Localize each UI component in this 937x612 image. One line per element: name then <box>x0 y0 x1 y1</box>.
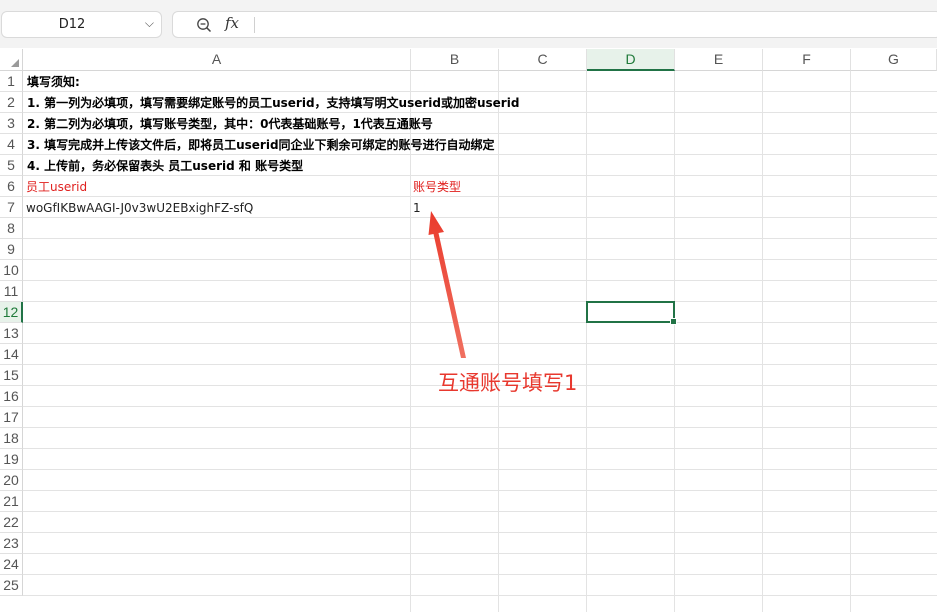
row-header-25[interactable]: 25 <box>0 575 23 596</box>
cell-a5[interactable]: 4. 上传前，务必保留表头 员工userid 和 账号类型 <box>27 156 303 176</box>
row-header-7[interactable]: 7 <box>0 197 23 218</box>
row-header-4[interactable]: 4 <box>0 134 23 155</box>
column-header-f[interactable]: F <box>763 49 851 71</box>
row-header-16[interactable]: 16 <box>0 386 23 407</box>
fill-handle[interactable] <box>670 318 677 325</box>
grid-line <box>23 595 937 596</box>
column-header-c[interactable]: C <box>499 49 587 71</box>
row-header-11[interactable]: 11 <box>0 281 23 302</box>
row-header-19[interactable]: 19 <box>0 449 23 470</box>
row-header-17[interactable]: 17 <box>0 407 23 428</box>
grid-line <box>674 71 675 612</box>
row-header-6[interactable]: 6 <box>0 176 23 197</box>
cell-a1[interactable]: 填写须知: <box>27 72 80 92</box>
grid-line <box>23 91 937 92</box>
grid-line <box>23 427 937 428</box>
select-all-corner[interactable] <box>0 49 23 71</box>
active-cell-selection[interactable] <box>586 301 677 325</box>
cell-b6[interactable]: 账号类型 <box>413 177 461 197</box>
row-header-13[interactable]: 13 <box>0 323 23 344</box>
cell-b7[interactable]: 1 <box>413 198 421 218</box>
cell-a6[interactable]: 员工userid <box>26 177 87 197</box>
grid-line <box>850 71 851 612</box>
grid-line <box>762 71 763 612</box>
zoom-icon[interactable] <box>196 17 212 33</box>
function-icon[interactable]: fx <box>225 14 239 32</box>
column-header-e[interactable]: E <box>675 49 763 71</box>
row-header-14[interactable]: 14 <box>0 344 23 365</box>
cell-a4[interactable]: 3. 填写完成并上传该文件后，即将员工userid同企业下剩余可绑定的账号进行自… <box>27 135 495 155</box>
row-header-1[interactable]: 1 <box>0 71 23 92</box>
column-header-a[interactable]: A <box>23 49 411 71</box>
divider <box>254 17 255 33</box>
row-header-15[interactable]: 15 <box>0 365 23 386</box>
row-header-24[interactable]: 24 <box>0 554 23 575</box>
grid-line <box>23 322 937 323</box>
cell-a2[interactable]: 1. 第一列为必填项，填写需要绑定账号的员工userid，支持填写明文useri… <box>27 93 519 113</box>
cell-a3[interactable]: 2. 第二列为必填项，填写账号类型，其中：0代表基础账号，1代表互通账号 <box>27 114 433 134</box>
annotation-label: 互通账号填写1 <box>438 371 578 395</box>
row-header-3[interactable]: 3 <box>0 113 23 134</box>
grid-line <box>23 280 937 281</box>
row-header-22[interactable]: 22 <box>0 512 23 533</box>
grid-line <box>498 71 499 612</box>
grid-line <box>586 71 587 612</box>
grid-line <box>23 364 937 365</box>
row-header-21[interactable]: 21 <box>0 491 23 512</box>
row-header-8[interactable]: 8 <box>0 218 23 239</box>
grid-line <box>23 301 937 302</box>
row-header-10[interactable]: 10 <box>0 260 23 281</box>
formula-bar: D12 ⌵ fx <box>0 0 937 48</box>
row-header-5[interactable]: 5 <box>0 155 23 176</box>
grid-line <box>23 448 937 449</box>
grid-line <box>23 490 937 491</box>
grid-line <box>23 553 937 554</box>
cell-a7[interactable]: woGfIKBwAAGI-J0v3wU2EBxighFZ-sfQ <box>26 198 253 218</box>
grid-line <box>23 343 937 344</box>
name-box[interactable]: D12 ⌵ <box>1 11 162 38</box>
row-header-20[interactable]: 20 <box>0 470 23 491</box>
select-all-icon <box>11 59 19 67</box>
cell-reference: D12 <box>58 17 86 32</box>
row-header-9[interactable]: 9 <box>0 239 23 260</box>
row-header-23[interactable]: 23 <box>0 533 23 554</box>
grid-line <box>23 406 937 407</box>
column-header-g[interactable]: G <box>851 49 937 71</box>
grid-line <box>23 259 937 260</box>
row-header-18[interactable]: 18 <box>0 428 23 449</box>
grid-line <box>23 196 937 197</box>
grid-line <box>23 469 937 470</box>
grid-line <box>23 574 937 575</box>
grid-line <box>23 511 937 512</box>
column-header-d[interactable]: D <box>587 49 675 71</box>
row-header-12[interactable]: 12 <box>0 302 23 323</box>
column-header-b[interactable]: B <box>411 49 499 71</box>
grid-line <box>23 532 937 533</box>
chevron-down-icon[interactable]: ⌵ <box>145 16 154 31</box>
row-header-2[interactable]: 2 <box>0 92 23 113</box>
grid-line <box>23 238 937 239</box>
formula-input-box[interactable]: fx <box>172 11 937 38</box>
